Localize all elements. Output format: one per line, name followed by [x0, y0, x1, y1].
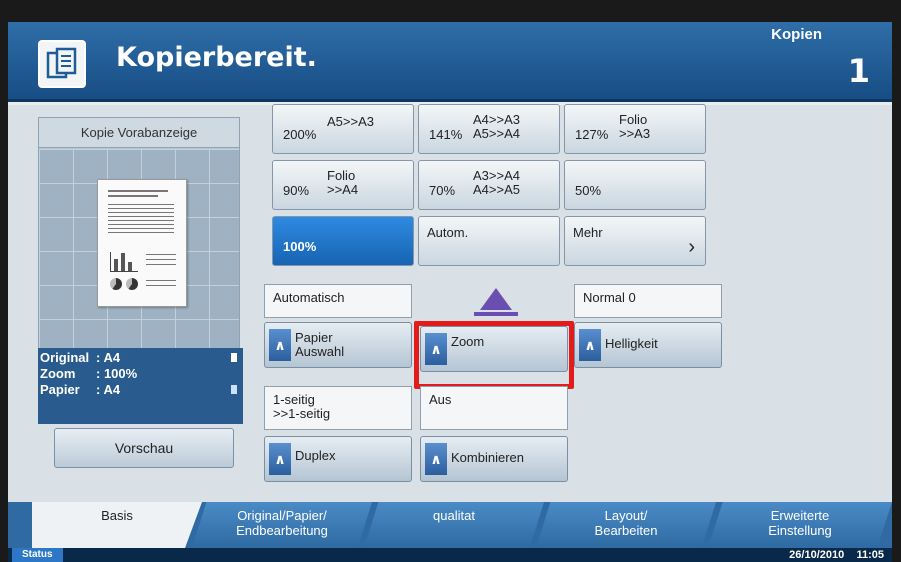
combine-label: Kombinieren — [451, 450, 524, 465]
info-value: : A4 — [96, 382, 121, 397]
zoom-label: Zoom — [451, 334, 485, 349]
zoom-141-button[interactable]: 141% A4>>A3 A5>>A4 — [418, 104, 560, 154]
zoom-percent: 50% — [575, 183, 602, 198]
zoom-90-button[interactable]: 90% Folio >>A4 — [272, 160, 414, 210]
page-title: Kopierbereit. — [116, 42, 317, 73]
page-icon — [231, 353, 237, 362]
zoom-50-button[interactable]: 50% — [564, 160, 706, 210]
triangle-up-icon — [480, 288, 512, 310]
duplex-button[interactable]: ∧ Duplex — [264, 436, 412, 482]
tab-bar: Basis Original/Papier/ Endbearbeitung qu… — [8, 502, 892, 548]
zoom-percent: 141% — [429, 127, 463, 142]
copier-screen: Kopierbereit. Kopien 1 Kopie Vorabanzeig… — [8, 22, 892, 562]
duplex-value: 1-seitig >>1-seitig — [264, 386, 412, 430]
chevron-up-icon: ∧ — [425, 333, 447, 365]
header-bar: Kopierbereit. Kopien 1 — [8, 22, 892, 102]
bar-chart-icon — [110, 252, 138, 272]
info-row-original: Original : A4 — [38, 350, 243, 366]
zoom-70-button[interactable]: 70% A3>>A4 A4>>A5 — [418, 160, 560, 210]
copies-count: 1 — [847, 52, 870, 90]
combine-value: Aus — [420, 386, 568, 430]
triangle-base — [474, 312, 518, 316]
tab-original-paper[interactable]: Original/Papier/ Endbearbeitung — [192, 502, 372, 548]
zoom-button[interactable]: ∧ Zoom — [420, 326, 568, 372]
info-value: : 100% — [96, 366, 138, 381]
date: 26/10/2010 — [789, 549, 845, 561]
zoom-auto-label: Autom. — [427, 225, 469, 240]
tab-layout[interactable]: Layout/ Bearbeiten — [536, 502, 716, 548]
copies-label: Kopien — [771, 26, 822, 43]
time: 11:05 — [856, 549, 884, 561]
paper-selection-value: Automatisch — [264, 284, 412, 318]
tab-advanced[interactable]: Erweiterte Einstellung — [708, 502, 892, 548]
copy-mode-icon — [38, 40, 86, 88]
datetime: 26/10/2010 11:05 — [789, 548, 884, 562]
zoom-100-button[interactable]: 100% — [272, 216, 414, 266]
zoom-percent: 70% — [429, 183, 456, 198]
zoom-description: Folio >>A4 — [327, 168, 359, 197]
chevron-up-icon: ∧ — [269, 329, 291, 361]
zoom-description: A5>>A3 — [327, 114, 374, 129]
paper-icon — [231, 385, 237, 394]
info-row-paper: Papier : A4 — [38, 382, 243, 398]
chevron-up-icon: ∧ — [579, 329, 601, 361]
zoom-description: Folio >>A3 — [619, 112, 651, 141]
zoom-percent: 127% — [575, 127, 609, 142]
zoom-percent: 90% — [283, 183, 310, 198]
pie-chart-icon — [126, 278, 138, 290]
paper-selection-button[interactable]: ∧ Papier Auswahl — [264, 322, 412, 368]
status-bar: Status 26/10/2010 11:05 — [8, 548, 892, 562]
zoom-auto-button[interactable]: Autom. — [418, 216, 560, 266]
tab-basis[interactable]: Basis — [32, 502, 202, 548]
zoom-127-button[interactable]: 127% Folio >>A3 — [564, 104, 706, 154]
info-key: Papier — [40, 382, 80, 397]
zoom-description: A4>>A3 A5>>A4 — [473, 112, 520, 141]
zoom-200-button[interactable]: 200% A5>>A3 — [272, 104, 414, 154]
zoom-more-button[interactable]: Mehr › — [564, 216, 706, 266]
info-value: : A4 — [96, 350, 121, 365]
brightness-button[interactable]: ∧ Helligkeit — [574, 322, 722, 368]
combine-button[interactable]: ∧ Kombinieren — [420, 436, 568, 482]
zoom-percent: 200% — [283, 127, 317, 142]
brightness-label: Helligkeit — [605, 336, 658, 351]
zoom-percent: 100% — [283, 239, 317, 254]
zoom-more-label: Mehr — [573, 225, 603, 240]
chevron-up-icon: ∧ — [269, 443, 291, 475]
copy-preview-panel: Kopie Vorabanzeige — [38, 117, 240, 385]
preview-page-thumbnail — [97, 179, 187, 307]
info-key: Original — [40, 350, 90, 365]
info-key: Zoom — [40, 366, 76, 381]
preview-button[interactable]: Vorschau — [54, 428, 234, 468]
duplex-label: Duplex — [295, 448, 336, 463]
brightness-value: Normal 0 — [574, 284, 722, 318]
zoom-description: A3>>A4 A4>>A5 — [473, 168, 520, 197]
info-row-zoom: Zoom : 100% — [38, 366, 243, 382]
chevron-right-icon: › — [688, 236, 695, 258]
status-button[interactable]: Status — [12, 548, 63, 562]
paper-selection-label: Papier Auswahl — [295, 330, 345, 359]
preview-info: Original : A4 Zoom : 100% Papier : A4 — [38, 350, 243, 398]
tab-quality[interactable]: qualitat — [364, 502, 544, 548]
preview-heading: Kopie Vorabanzeige — [39, 118, 239, 148]
chevron-up-icon: ∧ — [425, 443, 447, 475]
pie-chart-icon — [110, 278, 122, 290]
